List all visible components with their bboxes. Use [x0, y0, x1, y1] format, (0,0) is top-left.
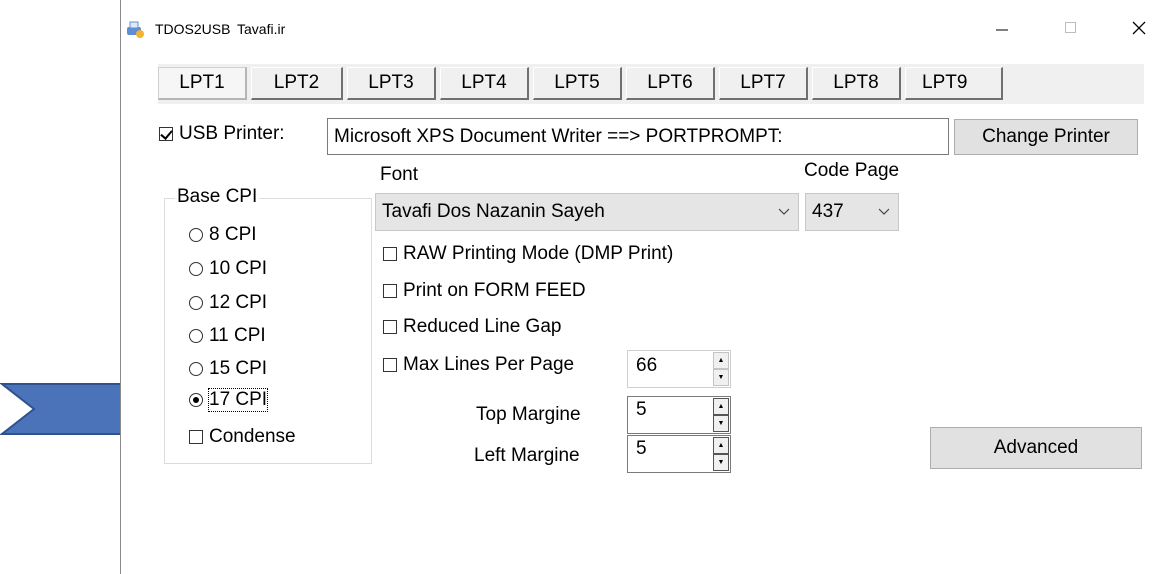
radio-11-cpi[interactable]: 11 CPI — [189, 325, 266, 347]
minimize-icon — [996, 29, 1008, 31]
printer-name-field[interactable]: Microsoft XPS Document Writer ==> PORTPR… — [327, 118, 949, 155]
font-select[interactable]: Tavafi Dos Nazanin Sayeh — [375, 193, 799, 231]
condense-label: Condense — [209, 426, 296, 447]
raw-printing-label: RAW Printing Mode (DMP Print) — [403, 243, 674, 264]
tab-lpt6[interactable]: LPT6 — [626, 67, 715, 100]
code-page-select[interactable]: 437 — [805, 193, 899, 231]
app-window: TDOS2USB Tavafi.ir LPT1 LPT2 LPT3 LPT4 L… — [120, 0, 1162, 574]
radio-icon — [189, 296, 203, 310]
checkbox-icon — [189, 430, 203, 444]
tab-lpt2[interactable]: LPT2 — [251, 67, 343, 100]
chevron-down-icon — [778, 194, 790, 230]
window-title: TDOS2USB — [155, 21, 231, 37]
chevron-down-icon — [878, 194, 890, 230]
left-margin-label: Left Margine — [474, 445, 580, 466]
radio-label: 12 CPI — [209, 292, 268, 313]
tab-lpt3[interactable]: LPT3 — [347, 67, 436, 100]
radio-label: 17 CPI — [207, 388, 269, 412]
advanced-button[interactable]: Advanced — [930, 427, 1142, 469]
title-bar[interactable]: TDOS2USB Tavafi.ir — [121, 0, 1162, 44]
tab-lpt1[interactable]: LPT1 — [158, 67, 247, 100]
lpt-tab-bar: LPT1 LPT2 LPT3 LPT4 LPT5 LPT6 LPT7 LPT8 … — [158, 64, 1144, 104]
client-area: LPT1 LPT2 LPT3 LPT4 LPT5 LPT6 LPT7 LPT8 … — [121, 44, 1162, 574]
form-feed-checkbox[interactable]: Print on FORM FEED — [383, 280, 586, 302]
tab-lpt9[interactable]: LPT9 — [905, 67, 1003, 100]
left-margin-stepper[interactable]: 5 ▲ ▼ — [627, 435, 731, 473]
radio-icon — [189, 262, 203, 276]
checkbox-icon — [383, 284, 397, 298]
tab-lpt7[interactable]: LPT7 — [719, 67, 808, 100]
app-icon — [127, 21, 144, 38]
close-button[interactable] — [1116, 12, 1162, 44]
change-printer-button[interactable]: Change Printer — [954, 119, 1138, 155]
top-margin-label: Top Margine — [476, 404, 581, 425]
font-select-value: Tavafi Dos Nazanin Sayeh — [382, 201, 605, 222]
stepper-down-icon[interactable]: ▼ — [713, 415, 729, 432]
usb-printer-checkbox[interactable]: USB Printer: — [159, 123, 285, 145]
radio-icon — [189, 228, 203, 242]
code-page-label: Code Page — [804, 160, 900, 181]
radio-selected-icon — [189, 393, 203, 407]
radio-15-cpi[interactable]: 15 CPI — [189, 358, 267, 380]
maximize-button[interactable] — [1048, 12, 1094, 44]
left-margin-value: 5 — [636, 438, 647, 459]
stepper-down-icon[interactable]: ▼ — [713, 454, 729, 471]
stepper-up-icon[interactable]: ▲ — [713, 352, 729, 369]
usb-printer-label: USB Printer: — [179, 123, 285, 144]
radio-8-cpi[interactable]: 8 CPI — [189, 224, 257, 246]
stepper-up-icon[interactable]: ▲ — [713, 437, 729, 454]
top-margin-stepper[interactable]: 5 ▲ ▼ — [627, 396, 731, 434]
form-feed-label: Print on FORM FEED — [403, 280, 586, 301]
radio-label: 15 CPI — [209, 358, 268, 379]
max-lines-value: 66 — [636, 355, 658, 376]
maximize-icon — [1065, 22, 1076, 33]
base-cpi-title: Base CPI — [175, 186, 260, 208]
max-lines-checkbox[interactable]: Max Lines Per Page — [383, 354, 574, 376]
radio-12-cpi[interactable]: 12 CPI — [189, 292, 267, 314]
minimize-button[interactable] — [979, 12, 1025, 44]
radio-icon — [189, 362, 203, 376]
radio-17-cpi[interactable]: 17 CPI — [189, 388, 269, 412]
close-icon — [1132, 21, 1146, 35]
max-lines-stepper[interactable]: 66 ▲ ▼ — [627, 350, 731, 388]
stepper-down-icon[interactable]: ▼ — [713, 369, 729, 386]
tab-lpt8[interactable]: LPT8 — [812, 67, 901, 100]
reduced-gap-checkbox[interactable]: Reduced Line Gap — [383, 316, 561, 338]
raw-printing-checkbox[interactable]: RAW Printing Mode (DMP Print) — [383, 243, 673, 265]
stepper-up-icon[interactable]: ▲ — [713, 398, 729, 415]
condense-checkbox[interactable]: Condense — [189, 426, 296, 448]
radio-icon — [189, 329, 203, 343]
radio-10-cpi[interactable]: 10 CPI — [189, 258, 267, 280]
code-page-value: 437 — [812, 201, 844, 222]
reduced-gap-label: Reduced Line Gap — [403, 316, 562, 337]
font-label: Font — [380, 164, 419, 185]
tab-lpt4[interactable]: LPT4 — [440, 67, 529, 100]
checkbox-icon — [383, 247, 397, 261]
max-lines-label: Max Lines Per Page — [403, 354, 575, 375]
window-subtitle: Tavafi.ir — [237, 21, 286, 37]
radio-label: 8 CPI — [209, 224, 257, 245]
top-margin-value: 5 — [636, 399, 647, 420]
checkbox-icon — [383, 320, 397, 334]
checkbox-icon — [383, 358, 397, 372]
radio-label: 11 CPI — [209, 325, 266, 346]
radio-label: 10 CPI — [209, 258, 268, 279]
tab-lpt5[interactable]: LPT5 — [533, 67, 622, 100]
usb-printer-check-icon — [159, 127, 173, 141]
